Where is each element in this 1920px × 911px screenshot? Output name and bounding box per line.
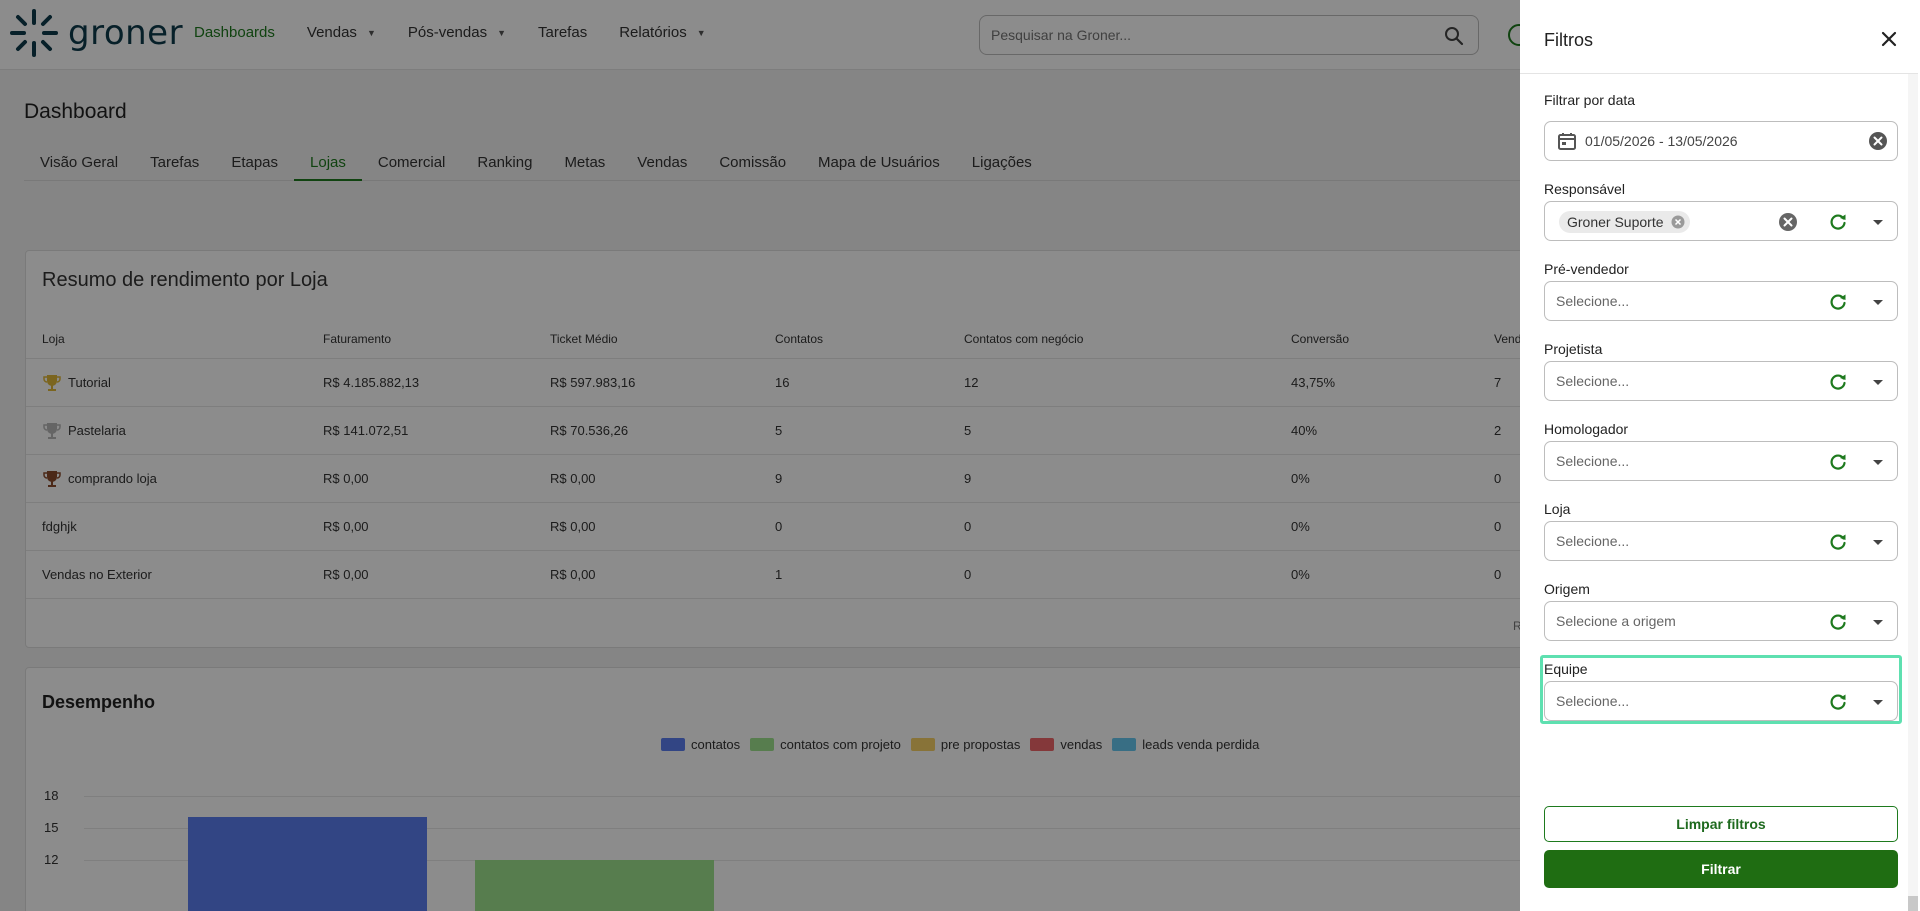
- chip-remove-icon[interactable]: [1670, 214, 1686, 230]
- refresh-icon[interactable]: [1828, 212, 1848, 232]
- refresh-icon[interactable]: [1828, 612, 1848, 632]
- homologador-select[interactable]: Selecione...: [1544, 441, 1898, 481]
- responsavel-select[interactable]: Groner Suporte: [1544, 201, 1898, 241]
- dropdown-arrow-icon[interactable]: [1868, 372, 1888, 392]
- refresh-icon[interactable]: [1828, 532, 1848, 552]
- equipe-select[interactable]: Selecione...: [1544, 681, 1898, 721]
- dropdown-arrow-icon[interactable]: [1868, 212, 1888, 232]
- date-range-value: 01/05/2026 - 13/05/2026: [1585, 133, 1738, 149]
- origem-placeholder: Selecione a origem: [1556, 613, 1676, 629]
- responsavel-label: Responsável: [1544, 181, 1625, 197]
- loja-label: Loja: [1544, 501, 1571, 517]
- origem-label: Origem: [1544, 581, 1590, 597]
- projetista-label: Projetista: [1544, 341, 1603, 357]
- pre-vendedor-placeholder: Selecione...: [1556, 293, 1630, 309]
- refresh-icon[interactable]: [1828, 292, 1848, 312]
- drawer-title: Filtros: [1544, 30, 1593, 50]
- projetista-select[interactable]: Selecione...: [1544, 361, 1898, 401]
- clear-icon[interactable]: [1778, 212, 1798, 232]
- clear-filters-button[interactable]: Limpar filtros: [1544, 806, 1898, 842]
- dropdown-arrow-icon[interactable]: [1868, 292, 1888, 312]
- apply-filters-button[interactable]: Filtrar: [1544, 850, 1898, 888]
- dropdown-arrow-icon[interactable]: [1868, 452, 1888, 472]
- scrollbar-thumb[interactable]: [1908, 896, 1918, 911]
- drawer-header: Filtros: [1520, 0, 1918, 74]
- date-range-field[interactable]: 01/05/2026 - 13/05/2026: [1544, 121, 1898, 161]
- refresh-icon[interactable]: [1828, 692, 1848, 712]
- origem-select[interactable]: Selecione a origem: [1544, 601, 1898, 641]
- date-filter-label: Filtrar por data: [1544, 92, 1636, 108]
- calendar-icon: [1558, 133, 1576, 150]
- dropdown-arrow-icon[interactable]: [1868, 612, 1888, 632]
- chip-label: Groner Suporte: [1567, 214, 1664, 230]
- dropdown-arrow-icon[interactable]: [1868, 692, 1888, 712]
- homologador-placeholder: Selecione...: [1556, 453, 1630, 469]
- loja-select[interactable]: Selecione...: [1544, 521, 1898, 561]
- filters-drawer: Filtros Filtrar por data 01/05/2026 - 13…: [1520, 0, 1920, 911]
- pre-vendedor-label: Pré-vendedor: [1544, 261, 1629, 277]
- equipe-label: Equipe: [1544, 661, 1588, 677]
- refresh-icon[interactable]: [1828, 452, 1848, 472]
- close-icon[interactable]: [1878, 28, 1900, 50]
- drawer-scrollbar[interactable]: [1908, 74, 1918, 911]
- projetista-placeholder: Selecione...: [1556, 373, 1630, 389]
- homologador-label: Homologador: [1544, 421, 1629, 437]
- refresh-icon[interactable]: [1828, 372, 1848, 392]
- selected-chip: Groner Suporte: [1559, 211, 1690, 233]
- equipe-placeholder: Selecione...: [1556, 693, 1630, 709]
- loja-placeholder: Selecione...: [1556, 533, 1630, 549]
- dropdown-arrow-icon[interactable]: [1868, 532, 1888, 552]
- pre-vendedor-select[interactable]: Selecione...: [1544, 281, 1898, 321]
- clear-icon[interactable]: [1868, 131, 1888, 151]
